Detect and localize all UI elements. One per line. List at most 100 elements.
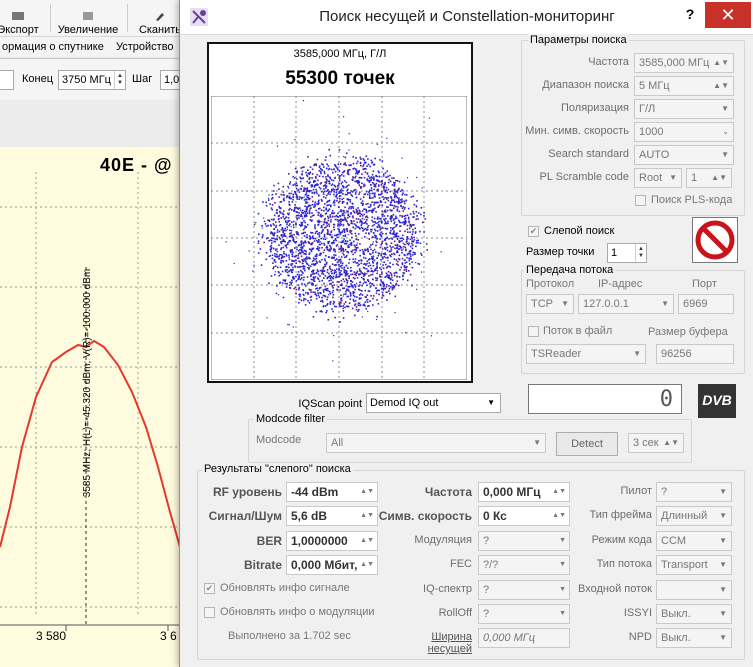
pls-mode-select[interactable]: Root ▼ (634, 168, 682, 188)
end-freq-label: Конец (22, 73, 54, 85)
modcode-select[interactable]: All ▼ (326, 433, 546, 453)
end-freq-spinner[interactable]: ▲ ▼ (114, 71, 125, 89)
start-freq-input[interactable]: 0 (0, 70, 14, 90)
iq-point (367, 158, 369, 160)
iq-point (391, 253, 393, 255)
close-button[interactable]: ✕ (705, 2, 751, 28)
protocol-select[interactable]: TCP ▼ (526, 294, 574, 314)
export-button[interactable]: Экспорт (0, 0, 40, 36)
iq-point (334, 238, 336, 240)
stream-to-file-checkbox[interactable] (528, 326, 539, 337)
tab-satellite-info[interactable]: ормация о спутнике (0, 37, 113, 57)
iq-point (301, 211, 303, 214)
iq-point (321, 299, 323, 302)
update-signal-checkbox[interactable]: ✔ (204, 583, 215, 594)
iq-point (347, 223, 349, 225)
iq-point (394, 271, 397, 274)
iq-point (340, 190, 342, 192)
ip-select[interactable]: 127.0.0.1 ▼ (578, 294, 674, 314)
iq-point (342, 317, 345, 319)
dialog-titlebar[interactable]: Поиск несущей и Constellation-мониторинг… (180, 0, 753, 35)
stop-button[interactable] (692, 217, 738, 263)
iq-point (265, 237, 268, 240)
iq-point (379, 159, 381, 161)
iq-point (372, 252, 374, 254)
iq-point (296, 171, 298, 174)
iq-point (319, 207, 321, 210)
iq-point (358, 209, 360, 211)
chevron-down-icon: ▼ (721, 150, 729, 159)
point-size-spinner[interactable]: ▲ ▼ (635, 244, 646, 262)
pilot-label: Пилот (620, 485, 652, 497)
iq-point (398, 284, 400, 287)
bitrate-field: 0,000 Мбит, ▲▼ (286, 555, 378, 575)
iq-point (288, 284, 291, 286)
iq-point (304, 265, 306, 267)
iq-point (302, 228, 305, 231)
iq-point (255, 222, 257, 224)
iq-point (318, 235, 321, 238)
iq-point (377, 238, 379, 240)
iq-point (387, 199, 390, 202)
iq-point (324, 260, 327, 262)
iq-point (253, 223, 256, 226)
detect-time-spinner[interactable]: 3 сек ▲▼ (628, 433, 684, 453)
search-param-select[interactable]: Г/Л ▼ (634, 99, 734, 119)
iq-point (355, 306, 358, 308)
pls-search-checkbox[interactable] (635, 195, 646, 206)
iq-point (333, 271, 336, 274)
iq-point (325, 207, 327, 210)
iq-point (351, 232, 353, 235)
iq-point (278, 255, 280, 257)
search-param-spinner[interactable]: 5 МГц ▲▼ (634, 76, 734, 96)
iq-point (413, 203, 416, 206)
detect-button[interactable]: Detect (556, 432, 618, 456)
point-size-input[interactable]: 1 ▲ ▼ (607, 243, 647, 263)
iqscan-select[interactable]: Demod IQ out ▼ (366, 393, 501, 413)
iq-point (363, 267, 366, 270)
iq-point (372, 241, 374, 243)
iq-point (386, 170, 389, 172)
iq-point (370, 179, 372, 182)
iq-point (361, 200, 364, 202)
search-param-select[interactable]: 1000 ⌄ (634, 122, 734, 142)
iq-point (331, 269, 333, 271)
help-button[interactable]: ? (680, 4, 700, 24)
port-input[interactable]: 6969 (678, 294, 734, 314)
iq-point (323, 233, 326, 236)
iq-point (352, 253, 354, 256)
iq-point (352, 258, 354, 261)
update-modulation-checkbox[interactable] (204, 607, 215, 618)
iq-point (279, 253, 281, 256)
iq-point (319, 183, 322, 185)
iq-point (368, 290, 371, 292)
iq-point (404, 218, 406, 220)
iq-point (373, 177, 375, 180)
reader-select[interactable]: TSReader ▼ (526, 344, 646, 364)
search-param-select[interactable]: AUTO ▼ (634, 145, 734, 165)
iq-point (367, 225, 370, 227)
iq-point (396, 235, 398, 238)
iq-point (339, 200, 341, 203)
iq-point (293, 287, 295, 290)
iq-point (317, 292, 319, 294)
iq-point (406, 256, 408, 259)
iq-point (364, 289, 367, 292)
zoom-button[interactable]: Увеличение (56, 0, 120, 36)
search-param-label: Частота (588, 56, 629, 68)
buffer-size-input[interactable]: 96256 (656, 344, 734, 364)
iq-point (348, 277, 350, 280)
search-param-spinner[interactable]: 3585,000 МГц ▲▼ (634, 53, 734, 73)
pls-code-spinner[interactable]: 1 ▲▼ (686, 168, 732, 188)
rolloff-label: RollOff (438, 607, 472, 619)
iq-point (412, 216, 414, 218)
iq-point (328, 280, 330, 282)
iq-point (335, 191, 338, 194)
iq-point (414, 252, 416, 254)
blind-search-checkbox[interactable]: ✔ (528, 226, 539, 237)
end-freq-input[interactable]: 3750 МГц ▲ ▼ (58, 70, 126, 90)
iq-point (353, 271, 356, 273)
iq-point (364, 218, 366, 220)
iq-point (298, 243, 301, 246)
iq-point (304, 231, 306, 234)
